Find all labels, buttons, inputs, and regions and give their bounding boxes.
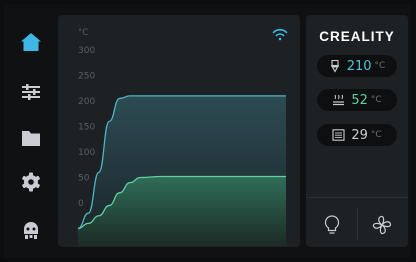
chart-series [77, 95, 286, 247]
sliders-icon [22, 84, 40, 100]
nav-item-device[interactable] [8, 160, 54, 204]
y-tick-label: 0 [78, 199, 84, 209]
bed-temp-unit: °C [370, 95, 382, 105]
y-tick-label: 200 [78, 97, 95, 107]
lightbulb-icon [324, 215, 340, 234]
temperature-chart: °C 300 250 200 150 100 50 0 [58, 15, 300, 247]
chart-canvas: °C 300 250 200 150 100 50 0 [77, 28, 288, 247]
y-tick-label: 250 [78, 72, 95, 82]
chamber-temp-value: 29 [351, 127, 368, 143]
bed-icon [333, 94, 345, 106]
y-tick-label: 100 [78, 148, 95, 158]
y-tick-labels: 300 250 200 150 100 50 0 [78, 46, 95, 209]
fan-icon [372, 215, 392, 235]
nav-item-settings[interactable] [8, 70, 54, 114]
bed-temp-value: 52 [351, 92, 368, 108]
status-panel: CREALITY 210 °C 52 °C 29 °C [306, 15, 408, 247]
nozzle-temp-value: 210 [346, 58, 372, 74]
chamber-temp-button[interactable]: 29 °C [317, 124, 397, 146]
chamber-temp-unit: °C [370, 130, 382, 140]
y-tick-label: 50 [78, 174, 90, 184]
folder-icon [22, 130, 40, 146]
fan-toggle-button[interactable] [367, 210, 397, 240]
nozzle-icon [330, 59, 339, 73]
panel-divider [306, 197, 408, 198]
nav-item-home[interactable] [8, 20, 54, 64]
nozzle-temp-unit: °C [374, 61, 386, 71]
nav-item-assistant[interactable] [8, 208, 54, 252]
nozzle-temp-button[interactable]: 210 °C [317, 55, 397, 77]
bed-temp-button[interactable]: 52 °C [317, 89, 397, 111]
y-tick-label: 150 [78, 123, 95, 133]
printer-screen: °C 300 250 200 150 100 50 0 CREALITY 210 °C [4, 4, 410, 258]
nav-item-files[interactable] [8, 116, 54, 160]
wifi-icon [272, 28, 288, 41]
home-icon [21, 33, 41, 51]
robot-icon [24, 222, 38, 239]
light-toggle-button[interactable] [317, 210, 347, 240]
brand-logo: CREALITY [319, 29, 395, 44]
gear-icon [22, 172, 40, 192]
chamber-icon [332, 129, 345, 141]
y-tick-label: 300 [78, 46, 95, 56]
side-nav [4, 4, 56, 258]
y-axis-unit: °C [78, 28, 88, 38]
button-divider [357, 208, 358, 240]
